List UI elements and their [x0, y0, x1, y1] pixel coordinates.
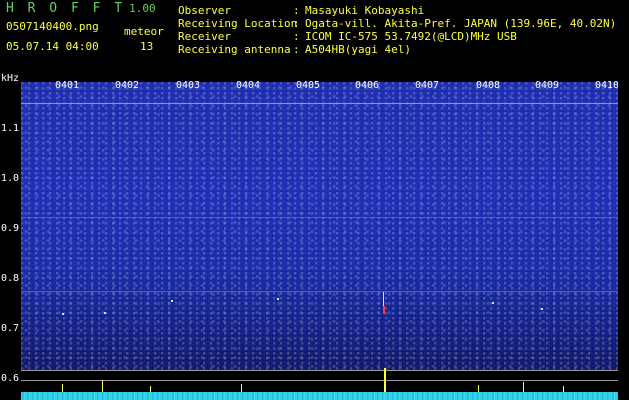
carrier-line: [21, 103, 618, 104]
y-tick-label: 1.0: [1, 173, 20, 184]
datetime: 05.07.14 04:00: [6, 40, 99, 53]
meta-label-receiver: Receiver: [178, 30, 231, 43]
time-label: 0404: [236, 80, 261, 91]
meta-colon: :: [293, 4, 300, 17]
meta-value-observer: Masayuki Kobayashi: [305, 4, 425, 17]
meteor-label: meteor: [124, 25, 164, 38]
metadata-values: Masayuki Kobayashi Ogata-vill. Akita-Pre…: [305, 4, 616, 56]
meta-label-observer: Observer: [178, 4, 231, 17]
meta-colon: :: [293, 30, 300, 43]
metadata-labels: Observer Receiving Location Receiver Rec…: [178, 4, 297, 56]
noise-floor: [21, 392, 618, 400]
strip-gridline: [21, 380, 618, 381]
y-tick-label: 0.7: [1, 323, 20, 334]
strip-border: [21, 370, 618, 371]
meta-value-location: Ogata-vill. Akita-Pref. JAPAN (139.96E, …: [305, 17, 617, 30]
app-name: H R O F F T: [6, 1, 126, 16]
meteor-echo: [383, 292, 384, 306]
time-label: 0410: [595, 80, 620, 91]
y-axis: 1.1 1.0 0.9 0.8 0.7 0.6: [0, 82, 21, 400]
time-label: 0408: [476, 80, 501, 91]
time-label: 0406: [355, 80, 380, 91]
app-title: H R O F F T 1.00: [6, 1, 156, 16]
meteor-echo: [104, 312, 106, 314]
meteor-echo: [383, 306, 385, 314]
time-label: 0405: [296, 80, 321, 91]
meteor-echo: [277, 298, 279, 300]
time-label: 0407: [415, 80, 440, 91]
y-tick-label: 1.1: [1, 123, 20, 134]
meteor-echo: [492, 302, 494, 304]
right-margin: [618, 82, 629, 400]
y-tick-label: 0.8: [1, 273, 20, 284]
app-version: 1.00: [129, 2, 156, 15]
meta-label-antenna: Receiving antenna: [178, 43, 291, 56]
y-tick-label: 0.9: [1, 223, 20, 234]
meta-colon: :: [293, 43, 300, 56]
metadata-colons: : : : :: [293, 4, 300, 56]
meteor-echo: [62, 313, 64, 315]
meteor-count: 13: [140, 40, 154, 53]
faint-line: [21, 291, 618, 292]
time-label: 0409: [535, 80, 560, 91]
header-panel: H R O F F T 1.00 0507140400.png meteor 05…: [0, 0, 629, 76]
filename: 0507140400.png: [6, 20, 99, 33]
meta-colon: :: [293, 17, 300, 30]
time-label: 0402: [115, 80, 140, 91]
spectrogram: [21, 82, 618, 370]
meta-value-antenna: A504HB(yagi 4el): [305, 43, 411, 56]
time-label: 0401: [55, 80, 80, 91]
meta-value-receiver: ICOM IC-575 53.7492(@LCD)MHz USB: [305, 30, 517, 43]
meteor-echo: [171, 300, 173, 302]
meteor-echo: [541, 308, 543, 310]
time-label: 0403: [176, 80, 201, 91]
noise-texture: [21, 82, 618, 370]
faint-line: [21, 217, 618, 218]
y-tick-label: 0.6: [1, 373, 20, 384]
meta-label-location: Receiving Location: [178, 17, 298, 30]
